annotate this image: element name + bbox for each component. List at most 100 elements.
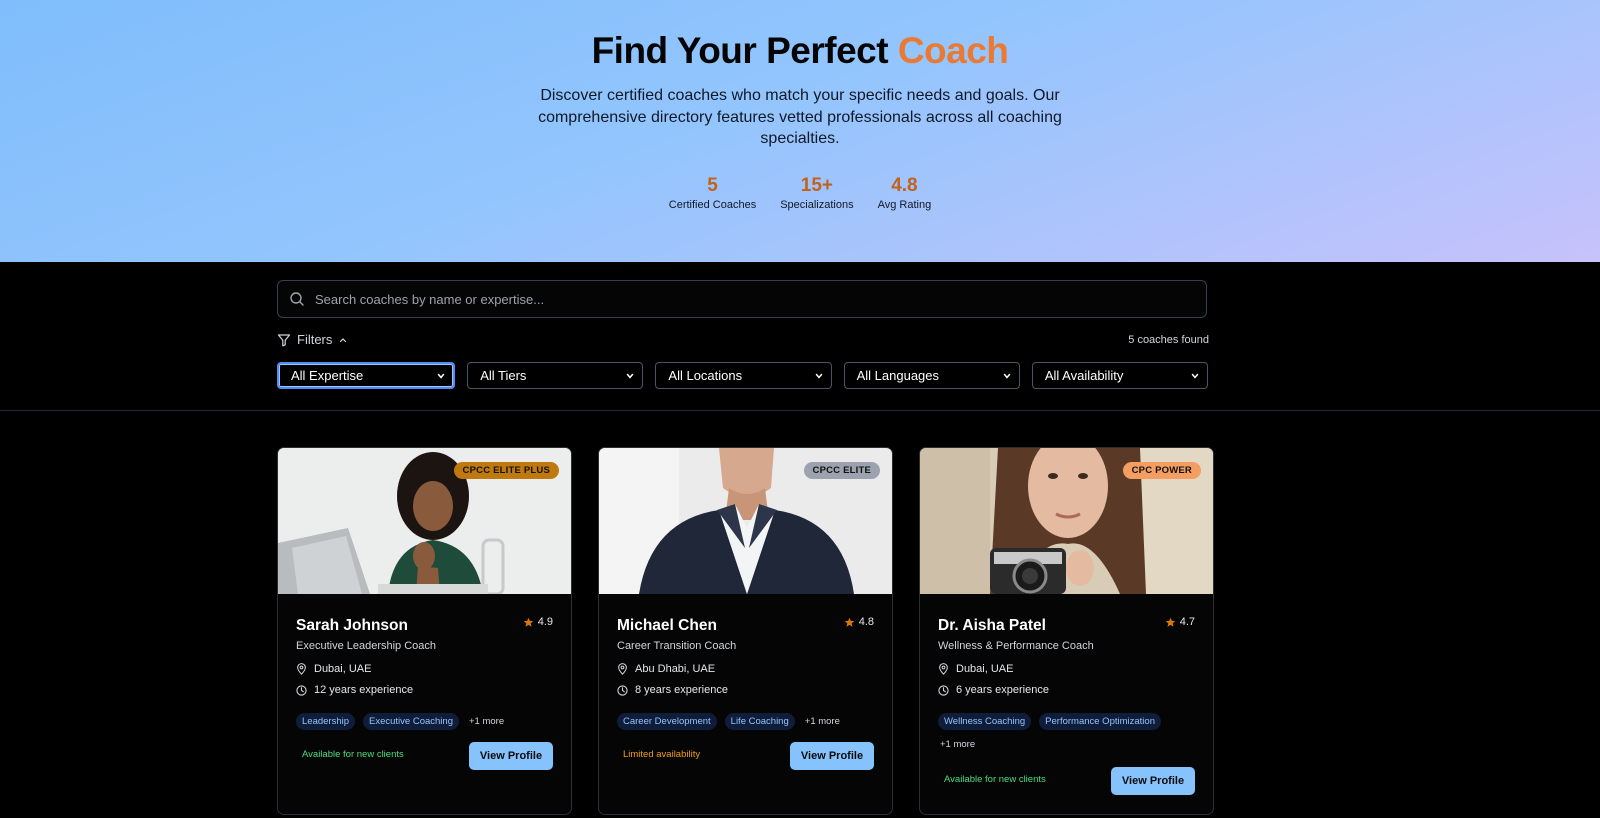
rating-value: 4.8: [858, 616, 874, 628]
hero-stats: 5 Certified Coaches 15+ Specializations …: [0, 175, 1600, 211]
coach-name: Sarah Johnson: [296, 617, 408, 634]
coach-rating: 4.9: [523, 616, 553, 628]
stat-avg-rating: 4.8 Avg Rating: [878, 175, 932, 211]
coach-card: CPCC ELITE PLUS Sarah Johnson 4.9 Execut…: [277, 447, 572, 815]
experience-text: 6 years experience: [956, 684, 1049, 696]
tier-select-value: All Tiers: [480, 368, 527, 383]
availability-status: Available for new clients: [944, 774, 1046, 785]
coach-card: CPC POWER Dr. Aisha Patel 4.7 Wellness &…: [919, 447, 1214, 815]
filters-toggle[interactable]: Filters: [277, 332, 348, 347]
location-text: Dubai, UAE: [314, 663, 372, 675]
experience-text: 12 years experience: [314, 684, 414, 696]
chevron-down-icon: [627, 373, 634, 379]
clock-icon: [296, 684, 307, 696]
clock-icon: [617, 684, 628, 696]
more-tags-count: +1 more: [468, 716, 505, 727]
page-title-accent: Coach: [897, 30, 1009, 71]
map-pin-icon: [618, 663, 627, 675]
chevron-up-icon: [340, 337, 347, 342]
coach-photo: CPCC ELITE: [599, 448, 892, 594]
expertise-tag: Wellness Coaching: [938, 713, 1032, 730]
star-icon: [844, 617, 854, 627]
language-select[interactable]: All Languages: [843, 362, 1020, 389]
tier-badge: CPCC ELITE PLUS: [453, 462, 559, 479]
expertise-tag: Career Development: [617, 713, 717, 730]
page-title-main: Find Your Perfect: [591, 30, 889, 71]
more-tags-count: +1 more: [940, 739, 976, 750]
coach-rating: 4.7: [1165, 616, 1195, 628]
view-profile-button[interactable]: View Profile: [1111, 767, 1195, 795]
location-select[interactable]: All Locations: [655, 362, 832, 389]
expertise-tag: Life Coaching: [724, 713, 795, 730]
coach-name: Michael Chen: [617, 617, 717, 634]
stat-specializations: 15+ Specializations: [780, 175, 853, 211]
coach-title: Executive Leadership Coach: [296, 640, 437, 652]
filter-controls: Filters 5 coaches found All Expertise Al…: [0, 262, 1600, 411]
coach-card: CPCC ELITE Michael Chen 4.8 Career Trans…: [598, 447, 893, 815]
tier-select[interactable]: All Tiers: [467, 362, 644, 389]
availability-select-value: All Availability: [1044, 368, 1124, 383]
view-profile-button[interactable]: View Profile: [790, 742, 874, 770]
coach-tags: Leadership Executive Coaching +1 more: [296, 713, 556, 730]
stat-label: Specializations: [780, 199, 854, 211]
hero-section: Find Your Perfect Coach Discover certifi…: [0, 0, 1600, 262]
results-count: 5 coaches found: [1128, 334, 1209, 346]
expertise-select-value: All Expertise: [291, 368, 364, 383]
location-text: Dubai, UAE: [956, 663, 1014, 675]
location-select-value: All Locations: [668, 368, 743, 383]
chevron-down-icon: [1191, 373, 1199, 379]
clock-icon: [938, 684, 949, 696]
view-profile-button[interactable]: View Profile: [469, 742, 553, 770]
coach-tags: Wellness Coaching Performance Optimizati…: [938, 713, 1198, 753]
coach-name: Dr. Aisha Patel: [938, 617, 1046, 634]
page-title: Find Your Perfect Coach: [0, 30, 1600, 72]
coach-title: Career Transition Coach: [617, 640, 737, 652]
chevron-down-icon: [1003, 373, 1011, 379]
availability-select[interactable]: All Availability: [1031, 362, 1209, 389]
search-icon: [290, 292, 304, 306]
hero-subtitle: Discover certified coaches who match you…: [538, 87, 1062, 147]
more-tags-count: +1 more: [804, 716, 840, 727]
expertise-tag: Performance Optimization: [1039, 713, 1161, 730]
coach-location: Dubai, UAE: [938, 663, 1013, 675]
filter-icon: [277, 333, 291, 346]
search-bar[interactable]: [277, 280, 1207, 318]
coach-rating: 4.8: [844, 616, 874, 628]
experience-text: 8 years experience: [635, 684, 728, 696]
coach-experience: 12 years experience: [296, 684, 413, 696]
expertise-tag: Leadership: [296, 713, 356, 730]
coach-experience: 8 years experience: [617, 684, 728, 696]
stat-label: Avg Rating: [877, 199, 932, 211]
location-text: Abu Dhabi, UAE: [635, 663, 716, 675]
chevron-down-icon: [437, 373, 445, 379]
filter-selects: All Expertise All Tiers All Locations Al…: [277, 362, 1209, 389]
rating-value: 4.9: [537, 616, 553, 628]
tier-badge: CPC POWER: [1122, 462, 1201, 479]
coach-experience: 6 years experience: [938, 684, 1049, 696]
coach-title: Wellness & Performance Coach: [938, 640, 1094, 652]
coach-photo: CPCC ELITE PLUS: [278, 448, 571, 594]
map-pin-icon: [297, 663, 306, 675]
coach-grid: CPCC ELITE PLUS Sarah Johnson 4.9 Execut…: [277, 447, 1214, 815]
coach-photo: CPC POWER: [920, 448, 1213, 594]
filters-label: Filters: [297, 332, 333, 347]
chevron-down-icon: [815, 373, 822, 379]
coach-tags: Career Development Life Coaching +1 more: [617, 713, 877, 730]
availability-status: Limited availability: [623, 749, 701, 760]
map-pin-icon: [939, 663, 948, 675]
availability-status: Available for new clients: [302, 749, 404, 760]
rating-value: 4.7: [1179, 616, 1195, 628]
search-input[interactable]: [313, 290, 1206, 308]
stat-certified-coaches: 5 Certified Coaches: [669, 175, 756, 211]
stat-value: 15+: [800, 175, 834, 196]
coach-location: Dubai, UAE: [296, 663, 371, 675]
star-icon: [523, 617, 533, 627]
expertise-select[interactable]: All Expertise: [277, 362, 456, 389]
star-icon: [1165, 617, 1175, 627]
expertise-tag: Executive Coaching: [363, 713, 459, 730]
stat-value: 5: [707, 175, 718, 196]
tier-badge: CPCC ELITE: [803, 462, 880, 479]
coach-location: Abu Dhabi, UAE: [617, 663, 715, 675]
language-select-value: All Languages: [856, 368, 940, 383]
stat-label: Certified Coaches: [668, 199, 757, 211]
